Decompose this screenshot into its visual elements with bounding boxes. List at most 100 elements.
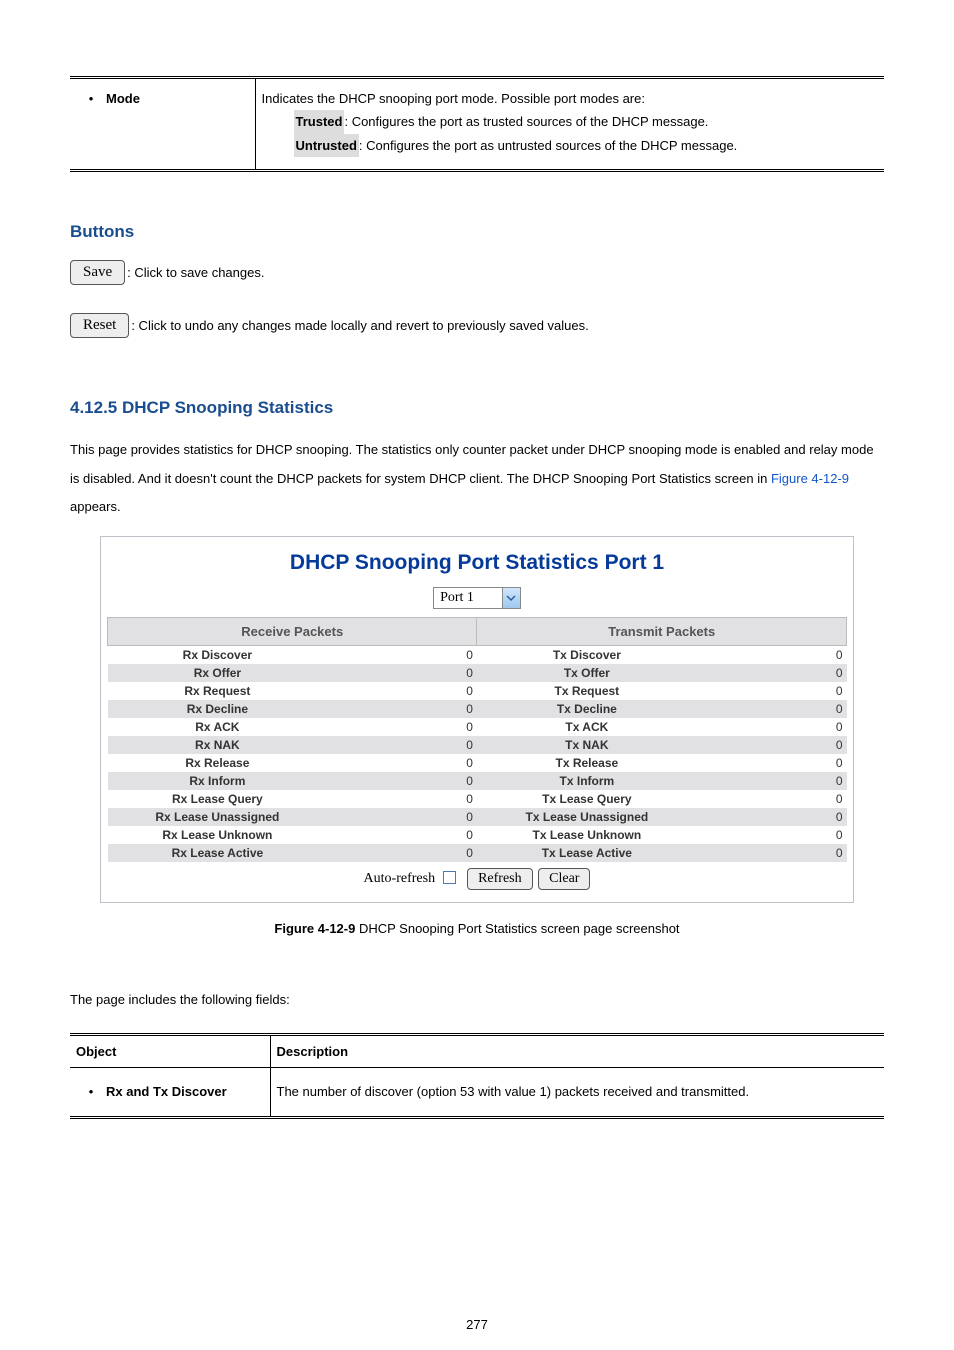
tx-value: 0 xyxy=(697,826,847,844)
rx-label: Rx Lease Active xyxy=(108,844,328,862)
chevron-down-icon xyxy=(502,588,520,608)
fields-table: Object Description • Rx and Tx Discover … xyxy=(70,1033,884,1120)
auto-refresh-checkbox[interactable] xyxy=(443,871,456,884)
reset-description: : Click to undo any changes made locally… xyxy=(131,318,588,333)
rx-value: 0 xyxy=(327,772,477,790)
rx-value: 0 xyxy=(327,808,477,826)
refresh-button[interactable]: Refresh xyxy=(467,868,533,890)
trusted-text: : Configures the port as trusted sources… xyxy=(344,114,708,129)
rx-value: 0 xyxy=(327,664,477,682)
fields-intro: The page includes the following fields: xyxy=(70,986,884,1015)
tx-label: Tx ACK xyxy=(477,718,697,736)
table-row: Rx Release0Tx Release0 xyxy=(108,754,847,772)
tx-label: Tx Lease Unassigned xyxy=(477,808,697,826)
table-row: Rx Lease Unknown0Tx Lease Unknown0 xyxy=(108,826,847,844)
tx-value: 0 xyxy=(697,682,847,700)
tx-label: Tx Decline xyxy=(477,700,697,718)
mode-sub2: Untrusted: Configures the port as untrus… xyxy=(294,134,879,157)
rx-value: 0 xyxy=(327,754,477,772)
tx-value: 0 xyxy=(697,772,847,790)
tx-label: Tx Lease Active xyxy=(477,844,697,862)
rx-value: 0 xyxy=(327,645,477,664)
tx-value: 0 xyxy=(697,664,847,682)
rx-label: Rx Discover xyxy=(108,645,328,664)
rx-label: Rx Request xyxy=(108,682,328,700)
mode-object-cell: • Mode xyxy=(76,87,249,110)
rx-label: Rx Inform xyxy=(108,772,328,790)
port-select-value: Port 1 xyxy=(434,588,502,608)
screenshot-caption: Figure 4-12-9 DHCP Snooping Port Statist… xyxy=(70,921,884,936)
tx-label: Tx Discover xyxy=(477,645,697,664)
auto-refresh-label: Auto-refresh xyxy=(364,871,436,886)
trusted-label: Trusted xyxy=(294,110,345,133)
caption-prefix: Figure 4-12-9 xyxy=(274,921,359,936)
untrusted-text: : Configures the port as untrusted sourc… xyxy=(359,138,737,153)
rx-value: 0 xyxy=(327,790,477,808)
buttons-heading: Buttons xyxy=(70,222,884,242)
tx-value: 0 xyxy=(697,844,847,862)
rx-label: Rx Release xyxy=(108,754,328,772)
intro-paragraph: This page provides statistics for DHCP s… xyxy=(70,436,884,522)
rx-label: Rx Decline xyxy=(108,700,328,718)
tx-value: 0 xyxy=(697,736,847,754)
table-row: Rx Request0Tx Request0 xyxy=(108,682,847,700)
screenshot-title: DHCP Snooping Port Statistics Port 1 xyxy=(101,551,853,575)
discover-description: The number of discover (option 53 with v… xyxy=(270,1067,884,1118)
figure-link[interactable]: Figure 4-12-9 xyxy=(771,471,849,486)
tx-value: 0 xyxy=(697,718,847,736)
untrusted-label: Untrusted xyxy=(294,134,359,157)
rx-label: Rx Lease Unassigned xyxy=(108,808,328,826)
tx-value: 0 xyxy=(697,700,847,718)
rx-value: 0 xyxy=(327,736,477,754)
tx-value: 0 xyxy=(697,790,847,808)
transmit-header: Transmit Packets xyxy=(477,617,847,645)
screenshot-container: DHCP Snooping Port Statistics Port 1 Por… xyxy=(100,536,854,903)
table-row: Rx Lease Query0Tx Lease Query0 xyxy=(108,790,847,808)
table-row: Rx ACK0Tx ACK0 xyxy=(108,718,847,736)
page-number: 277 xyxy=(0,1317,954,1332)
tx-label: Tx Request xyxy=(477,682,697,700)
rx-label: Rx ACK xyxy=(108,718,328,736)
mode-description-table: • Mode Indicates the DHCP snooping port … xyxy=(70,76,884,172)
discover-object-cell: • Rx and Tx Discover xyxy=(76,1080,264,1105)
section-title: 4.12.5 DHCP Snooping Statistics xyxy=(70,398,884,418)
clear-button[interactable]: Clear xyxy=(538,868,590,890)
bullet-icon: • xyxy=(76,1080,106,1105)
mode-object-label: Mode xyxy=(106,87,140,110)
tx-value: 0 xyxy=(697,754,847,772)
intro-part1: This page provides statistics for DHCP s… xyxy=(70,442,874,486)
stats-table: Receive Packets Transmit Packets Rx Disc… xyxy=(107,617,847,862)
table-row: Rx Offer0Tx Offer0 xyxy=(108,664,847,682)
tx-value: 0 xyxy=(697,808,847,826)
tx-label: Tx Inform xyxy=(477,772,697,790)
rx-label: Rx Offer xyxy=(108,664,328,682)
mode-sub1: Trusted: Configures the port as trusted … xyxy=(294,110,879,133)
rx-label: Rx Lease Query xyxy=(108,790,328,808)
tx-label: Tx Lease Query xyxy=(477,790,697,808)
tx-label: Tx Offer xyxy=(477,664,697,682)
save-description: : Click to save changes. xyxy=(127,265,264,280)
fields-table-obj-header: Object xyxy=(70,1034,270,1067)
rx-value: 0 xyxy=(327,826,477,844)
tx-label: Tx Lease Unknown xyxy=(477,826,697,844)
reset-button[interactable]: Reset xyxy=(70,313,129,338)
rx-value: 0 xyxy=(327,718,477,736)
tx-label: Tx Release xyxy=(477,754,697,772)
discover-object-label: Rx and Tx Discover xyxy=(106,1080,227,1105)
table-row: Rx Lease Unassigned0Tx Lease Unassigned0 xyxy=(108,808,847,826)
mode-desc-line1: Indicates the DHCP snooping port mode. P… xyxy=(262,87,879,110)
intro-part2: appears. xyxy=(70,499,121,514)
rx-value: 0 xyxy=(327,700,477,718)
tx-value: 0 xyxy=(697,645,847,664)
rx-label: Rx NAK xyxy=(108,736,328,754)
tx-label: Tx NAK xyxy=(477,736,697,754)
table-row: Rx Lease Active0Tx Lease Active0 xyxy=(108,844,847,862)
save-button[interactable]: Save xyxy=(70,260,125,285)
rx-label: Rx Lease Unknown xyxy=(108,826,328,844)
table-row: Rx Decline0Tx Decline0 xyxy=(108,700,847,718)
rx-value: 0 xyxy=(327,844,477,862)
receive-header: Receive Packets xyxy=(108,617,477,645)
table-row: Rx Discover0Tx Discover0 xyxy=(108,645,847,664)
fields-table-desc-header: Description xyxy=(270,1034,884,1067)
port-select[interactable]: Port 1 xyxy=(433,587,521,609)
